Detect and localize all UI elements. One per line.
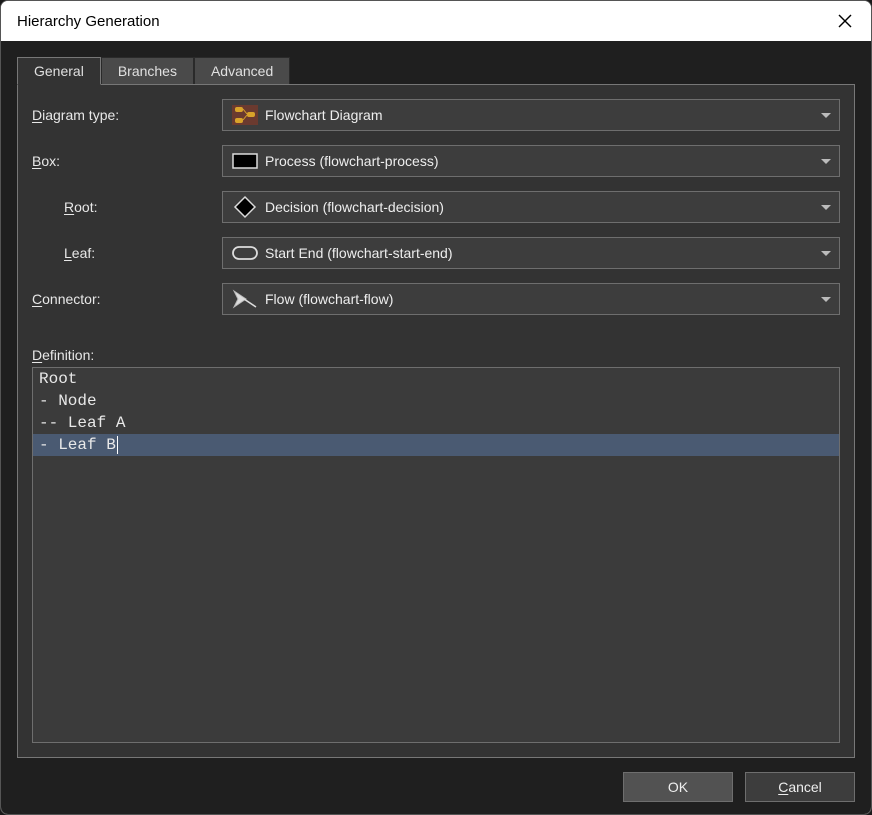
row-root: Root: Decision (flowchart-decision) [32,191,840,223]
dropdown-box[interactable]: Process (flowchart-process) [222,145,840,177]
row-diagram-type: Diagram type: Flowchart Diagram [32,99,840,131]
label-diagram-type: Diagram type: [32,107,222,123]
definition-line[interactable]: Root [33,368,839,390]
flow-arrow-icon [231,288,259,310]
label-connector: Connector: [32,291,222,307]
row-box: Box: Process (flowchart-process) [32,145,840,177]
dialog-window: Hierarchy Generation General Branches Ad… [0,0,872,815]
label-leaf: Leaf: [32,245,222,261]
dropdown-connector[interactable]: Flow (flowchart-flow) [222,283,840,315]
row-leaf: Leaf: Start End (flowchart-start-end) [32,237,840,269]
label-root: Root: [32,199,222,215]
tabs: General Branches Advanced [17,57,855,85]
dropdown-connector-value: Flow (flowchart-flow) [265,291,813,307]
start-end-pill-icon [231,242,259,264]
label-box: Box: [32,153,222,169]
chevron-down-icon [821,251,831,256]
cancel-button[interactable]: Cancel [745,772,855,802]
window-title: Hierarchy Generation [17,13,160,30]
dropdown-diagram-type-value: Flowchart Diagram [265,107,813,123]
label-definition: Definition: [32,347,840,363]
definition-line[interactable]: - Node [33,390,839,412]
process-rect-icon [231,150,259,172]
dropdown-root-value: Decision (flowchart-decision) [265,199,813,215]
dropdown-root[interactable]: Decision (flowchart-decision) [222,191,840,223]
text-caret [117,436,118,454]
dropdown-leaf-value: Start End (flowchart-start-end) [265,245,813,261]
chevron-down-icon [821,205,831,210]
tab-panel-general: Diagram type: Flowchart Diagram [17,84,855,758]
definition-line[interactable]: -- Leaf A [33,412,839,434]
decision-diamond-icon [231,196,259,218]
chevron-down-icon [821,297,831,302]
tab-general[interactable]: General [17,57,101,85]
close-icon [838,14,852,28]
chevron-down-icon [821,113,831,118]
dropdown-box-value: Process (flowchart-process) [265,153,813,169]
tab-advanced[interactable]: Advanced [194,57,290,85]
dropdown-diagram-type[interactable]: Flowchart Diagram [222,99,840,131]
dropdown-leaf[interactable]: Start End (flowchart-start-end) [222,237,840,269]
close-button[interactable] [831,7,859,35]
titlebar: Hierarchy Generation [1,1,871,41]
tab-branches[interactable]: Branches [101,57,194,85]
button-row: OK Cancel [17,758,855,802]
row-connector: Connector: Flow (flowchart-flow) [32,283,840,315]
chevron-down-icon [821,159,831,164]
definition-line[interactable]: - Leaf B [33,434,839,456]
dialog-content: General Branches Advanced Diagram type: [1,41,871,814]
definition-textarea[interactable]: Root- Node-- Leaf A- Leaf B [32,367,840,743]
flowchart-diagram-icon [231,104,259,126]
ok-button[interactable]: OK [623,772,733,802]
